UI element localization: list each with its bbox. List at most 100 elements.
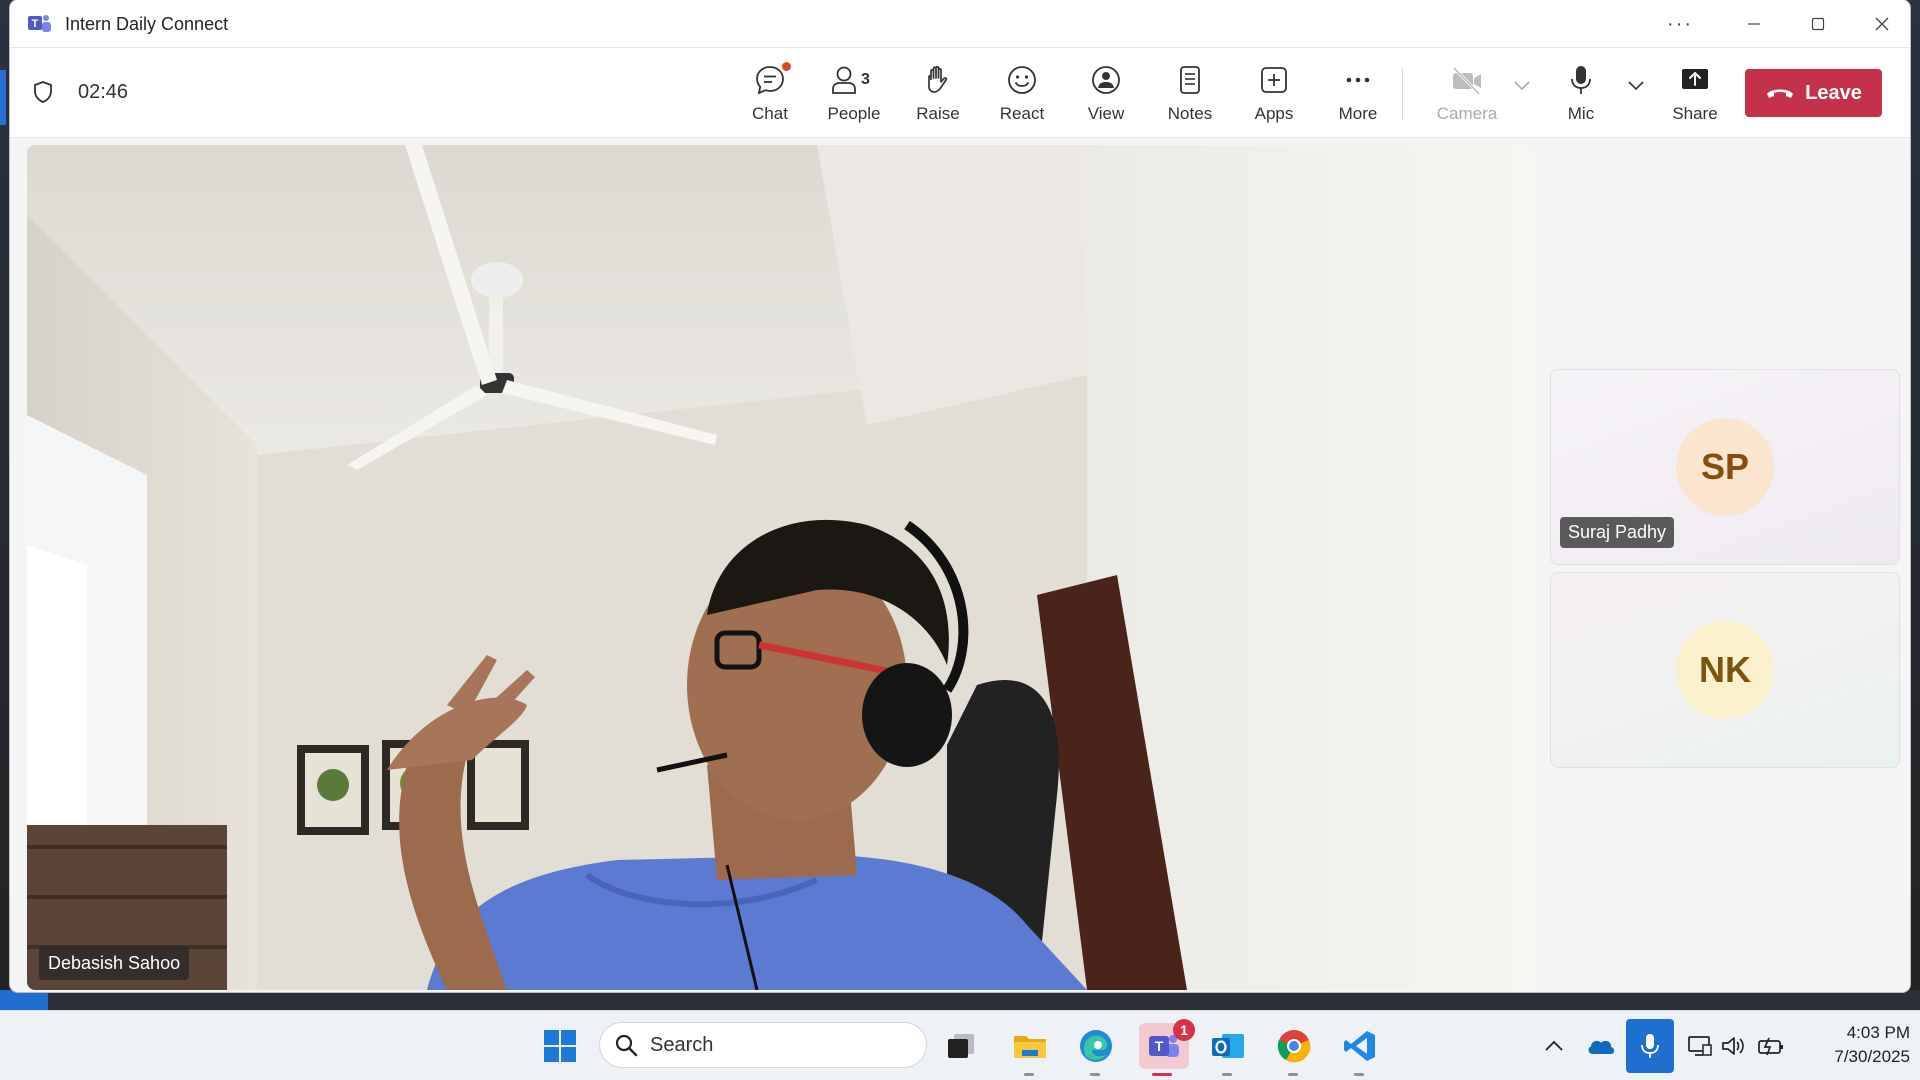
show-hidden-icons-button[interactable] [1542, 1033, 1566, 1059]
outlook-button[interactable] [1205, 1023, 1251, 1076]
raise-hand-button[interactable]: Raise [900, 60, 976, 130]
clock-date: 7/30/2025 [1834, 1047, 1910, 1066]
mic-in-use-tray-button[interactable] [1626, 1019, 1674, 1073]
react-label: React [999, 104, 1045, 123]
vscode-icon [1344, 1031, 1375, 1061]
mic-icon [1571, 66, 1591, 94]
participant-tile[interactable]: NK [1550, 572, 1900, 768]
search-icon [615, 1034, 638, 1057]
mic-icon [1641, 1034, 1659, 1058]
more-button[interactable]: More [1320, 60, 1396, 130]
share-button[interactable]: Share [1657, 60, 1733, 130]
network-tray-button[interactable] [1686, 1033, 1714, 1059]
people-button[interactable]: 3 People [816, 60, 892, 130]
chat-unread-dot [782, 62, 791, 71]
file-explorer-button[interactable] [1007, 1023, 1053, 1076]
teams-meeting-window: T Intern Daily Connect ··· 02:46 Chat 3 … [10, 0, 1910, 992]
camera-options-chevron[interactable] [1510, 74, 1534, 98]
meeting-toolbar: 02:46 Chat 3 People Raise React View Not… [10, 48, 1910, 138]
mic-label: Mic [1567, 104, 1595, 123]
view-button[interactable]: View [1068, 60, 1144, 130]
battery-tray-button[interactable] [1756, 1033, 1786, 1059]
chrome-icon [1277, 1030, 1311, 1063]
raise-label: Raise [916, 104, 960, 123]
taskbar: Search T 1 4:03 PM 7/30/2025 [0, 1010, 1920, 1080]
speaker-name-tag: Debasish Sahoo [39, 947, 190, 980]
meeting-timer: 02:46 [78, 81, 129, 103]
leave-button[interactable]: Leave [1745, 69, 1882, 117]
speaker-icon [1722, 1037, 1744, 1055]
teams-taskbar-button[interactable]: T 1 [1139, 1019, 1195, 1076]
camera-off-icon [1452, 66, 1481, 96]
react-button[interactable]: React [984, 60, 1060, 130]
chevron-up-icon [1545, 1040, 1563, 1051]
notes-label: Notes [1167, 104, 1213, 123]
title-bar: T Intern Daily Connect ··· [10, 0, 1910, 48]
apps-label: Apps [1254, 104, 1294, 123]
windows-logo-icon [544, 1030, 576, 1062]
mic-button[interactable]: Mic [1543, 60, 1619, 130]
taskbar-search-box[interactable]: Search [599, 1022, 927, 1068]
notes-icon [1180, 66, 1200, 94]
chat-label: Chat [752, 104, 788, 123]
chevron-down-icon [1514, 81, 1530, 91]
ellipsis-icon [1346, 77, 1370, 83]
cloud-icon [1588, 1040, 1614, 1054]
more-label: More [1338, 104, 1378, 123]
toolbar-divider [1402, 68, 1403, 120]
close-button[interactable] [1852, 0, 1910, 48]
people-label: People [827, 104, 881, 123]
maximize-button[interactable] [1788, 0, 1848, 48]
teams-logo-icon: T [28, 15, 51, 32]
mic-options-chevron[interactable] [1624, 74, 1648, 98]
camera-button[interactable]: Camera [1429, 60, 1505, 130]
participant-name: Suraj Padhy [1560, 517, 1675, 548]
start-button[interactable] [537, 1023, 583, 1069]
apps-button[interactable]: Apps [1236, 60, 1312, 130]
folder-icon [1014, 1036, 1046, 1058]
avatar: NK [1676, 621, 1774, 719]
window-title: Intern Daily Connect [65, 14, 229, 34]
clock-time: 4:03 PM [1846, 1023, 1910, 1042]
onedrive-tray-button[interactable] [1586, 1033, 1616, 1059]
background-window-strip [0, 990, 1920, 1010]
share-label: Share [1672, 104, 1718, 123]
avatar: SP [1676, 418, 1774, 516]
desktop-accent [0, 70, 6, 125]
search-placeholder: Search [650, 1033, 714, 1056]
view-icon [1092, 66, 1120, 94]
teams-notification-badge: 1 [1173, 1019, 1195, 1041]
task-view-icon [948, 1034, 974, 1058]
volume-tray-button[interactable] [1720, 1033, 1748, 1059]
share-icon [1682, 69, 1708, 89]
minimize-icon [1748, 23, 1760, 25]
svg-text:T: T [32, 18, 39, 30]
close-icon [1875, 17, 1889, 31]
maximize-icon [1811, 17, 1825, 31]
chevron-down-icon [1628, 81, 1644, 91]
svg-text:T: T [1155, 1038, 1164, 1054]
network-icon [1688, 1036, 1712, 1056]
participant-tile[interactable]: SP Suraj Padhy [1550, 369, 1900, 565]
notes-button[interactable]: Notes [1152, 60, 1228, 130]
view-label: View [1087, 104, 1125, 123]
chat-button[interactable]: Chat [732, 60, 808, 130]
people-count: 3 [861, 71, 870, 88]
minimize-button[interactable] [1724, 0, 1784, 48]
shield-icon[interactable] [32, 80, 54, 104]
battery-charging-icon [1758, 1037, 1783, 1056]
taskbar-clock[interactable]: 4:03 PM 7/30/2025 [1800, 1021, 1910, 1069]
edge-browser-icon [1080, 1030, 1112, 1062]
leave-label: Leave [1805, 81, 1862, 104]
hang-up-icon [1767, 89, 1794, 98]
window-more-button[interactable]: ··· [1650, 0, 1710, 48]
edge-button[interactable] [1073, 1023, 1119, 1076]
outlook-icon [1212, 1034, 1244, 1058]
chrome-button[interactable] [1271, 1023, 1317, 1076]
raise-hand-icon [928, 66, 948, 93]
vscode-button[interactable] [1337, 1023, 1383, 1076]
smiley-icon [1008, 66, 1036, 94]
task-view-button[interactable] [938, 1023, 984, 1069]
people-icon [832, 66, 856, 94]
main-video-tile[interactable]: Debasish Sahoo [27, 145, 1536, 990]
